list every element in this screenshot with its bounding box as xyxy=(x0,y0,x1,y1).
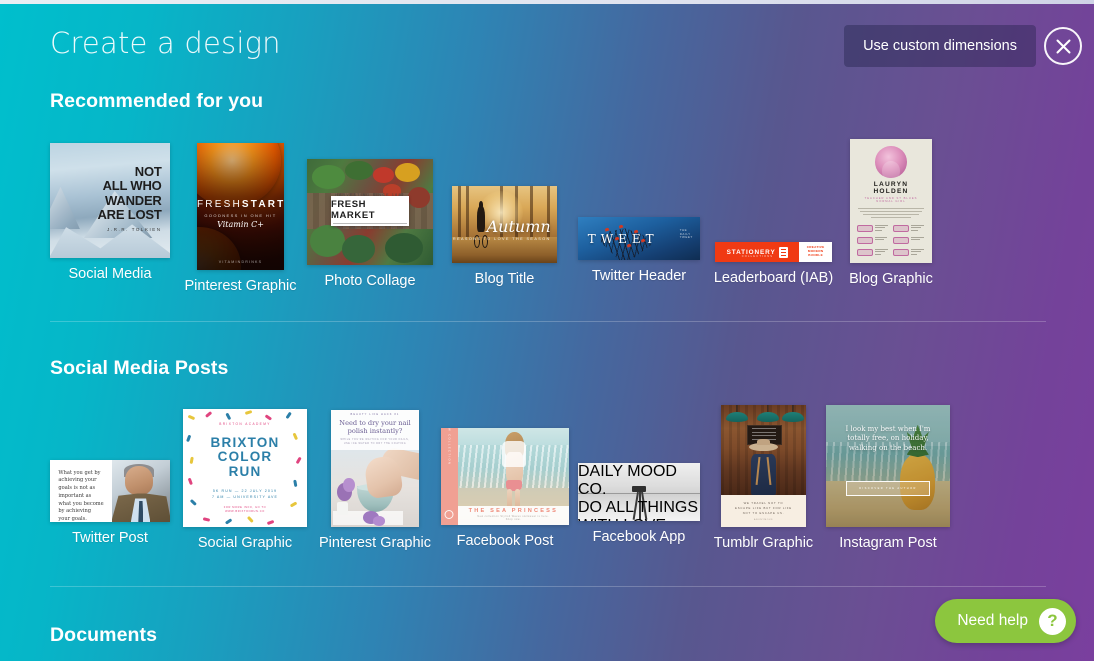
thumb-title: FRESHSTART xyxy=(197,198,284,210)
design-card-blog-title[interactable]: Autumn REASONS TO LOVE THE SEASON Blog T… xyxy=(452,186,557,287)
use-custom-dimensions-label: Use custom dimensions xyxy=(863,38,1017,54)
close-button[interactable] xyxy=(1044,27,1082,65)
card-label: Facebook Post xyxy=(456,533,554,549)
design-card-twitter-header[interactable]: TWEET THE DAILY TWEET Twitter Header xyxy=(578,217,700,284)
thumb-title: TWEET xyxy=(587,232,659,247)
thumbnail-tumblr-graphic: WE TRAVEL NOT TO ESCAPE LIFE BUT FOR LIF… xyxy=(721,405,806,527)
section-title-documents: Documents xyxy=(50,624,158,646)
thumb-subtext: COLLECTIONS xyxy=(741,255,774,258)
design-card-pinterest-graphic-2[interactable]: BEAUTY LIFE HACK #1 Need to dry your nai… xyxy=(319,410,431,551)
card-label: Leaderboard (IAB) xyxy=(713,270,834,286)
page-title: Create a design xyxy=(50,26,281,60)
thumbnail-social-graphic: BRIXTON ACADEMY BRIXTON COLOR RUN 5K RUN… xyxy=(183,409,307,527)
thumb-righttext: CREATIVE MODERN BUNDLE xyxy=(806,245,825,257)
design-card-tumblr-graphic[interactable]: WE TRAVEL NOT TO ESCAPE LIFE BUT FOR LIF… xyxy=(714,405,813,551)
card-label: Photo Collage xyxy=(324,273,416,289)
thumb-title: FRESH MARKET xyxy=(330,198,376,221)
thumbnail-social-media: NOT ALL WHO WANDER ARE LOST J.R.R. TOLKI… xyxy=(50,143,170,258)
thumb-quote: I look my best when I'm totally free, on… xyxy=(845,424,931,453)
card-label: Blog Title xyxy=(474,271,535,287)
thumb-script: Autumn xyxy=(486,216,551,236)
thumbnail-photo-collage: HARVESTING SINCE 1882 FRESH MARKET FROM … xyxy=(307,159,433,265)
create-a-design-dialog: Create a design Use custom dimensions Re… xyxy=(0,0,1094,661)
design-card-pinterest-graphic[interactable]: FRESHSTART GOODNESS IN ONE HIT Vitamin C… xyxy=(184,143,297,294)
thumb-toptext: BEAUTY LIFE HACK #1 xyxy=(350,412,400,416)
thumb-button: DISCOVER THE AUTHOR xyxy=(845,480,931,497)
card-label: Social Graphic xyxy=(197,535,293,551)
thumb-script: Vitamin C+ xyxy=(217,220,264,230)
design-card-social-graphic[interactable]: BRIXTON ACADEMY BRIXTON COLOR RUN 5K RUN… xyxy=(183,409,307,551)
thumbnail-twitter-post: What you get by achieving your goals is … xyxy=(50,460,170,522)
thumbnail-blog-title: Autumn REASONS TO LOVE THE SEASON xyxy=(452,186,557,263)
card-label: Facebook App xyxy=(592,529,686,545)
card-label: Tumblr Graphic xyxy=(713,535,814,551)
thumb-subtext: WHILE YOU'RE WAITING FOR YOUR NAILS, USE… xyxy=(340,439,410,446)
thumbnail-facebook-post: NEW COLLECTION THE SEA PRINCESS New coll… xyxy=(441,428,569,525)
close-icon xyxy=(1055,38,1072,55)
thumb-toptext: HARVESTING SINCE 1882 xyxy=(335,192,405,197)
thumbnail-pinterest-graphic-2: BEAUTY LIFE HACK #1 Need to dry your nai… xyxy=(331,410,419,527)
need-help-label: Need help xyxy=(957,612,1028,629)
thumb-toptext: BRIXTON ACADEMY xyxy=(219,421,271,426)
design-card-blog-graphic[interactable]: LAURYN HOLDEN TEACHER AND ST BLUES NORMA… xyxy=(849,139,933,287)
thumb-contact: FOR MORE INFO, GO TO WWW.BRIXTONRUN.CO xyxy=(223,505,267,513)
card-label: Twitter Post xyxy=(72,530,148,546)
thumbnail-instagram-post: I look my best when I'm totally free, on… xyxy=(826,405,950,527)
window-top-edge xyxy=(0,0,1094,4)
section-title-recommended: Recommended for you xyxy=(50,90,264,112)
logo-circle xyxy=(444,510,454,520)
thumb-text: NOT ALL WHO WANDER ARE LOST xyxy=(97,163,162,223)
thumb-quote: WE TRAVEL NOT TO ESCAPE LIFE BUT FOR LIF… xyxy=(735,501,792,516)
design-card-photo-collage[interactable]: HARVESTING SINCE 1882 FRESH MARKET FROM … xyxy=(307,159,433,289)
thumb-striptext: NEW COLLECTION xyxy=(447,428,451,465)
design-card-twitter-post[interactable]: What you get by achieving your goals is … xyxy=(50,460,170,546)
thumb-footer: VITAMINDRINKS xyxy=(218,259,263,264)
card-label: Instagram Post xyxy=(839,535,937,551)
thumb-subtext: REASONS TO LOVE THE SEASON xyxy=(452,236,551,241)
design-card-facebook-post[interactable]: NEW COLLECTION THE SEA PRINCESS New coll… xyxy=(441,428,569,549)
thumb-toptext: DAILY MOOD CO. xyxy=(578,463,677,498)
thumb-headline: DO ALL THINGS WITH LOVE xyxy=(578,499,699,521)
thumb-quote: What you get by achieving your goals is … xyxy=(58,469,104,522)
thumb-subtext: FROM THE FIELDS TO A PLATE xyxy=(333,222,407,230)
need-help-button[interactable]: Need help ? xyxy=(935,599,1076,643)
section-divider xyxy=(50,321,1046,322)
design-card-instagram-post[interactable]: I look my best when I'm totally free, on… xyxy=(826,405,950,551)
use-custom-dimensions-button[interactable]: Use custom dimensions xyxy=(844,25,1036,67)
section-divider-2 xyxy=(50,586,1046,587)
thumbnail-pinterest-graphic: FRESHSTART GOODNESS IN ONE HIT Vitamin C… xyxy=(197,143,284,270)
card-label: Blog Graphic xyxy=(849,271,933,287)
design-card-social-media[interactable]: NOT ALL WHO WANDER ARE LOST J.R.R. TOLKI… xyxy=(50,143,170,282)
thumb-subtext: New collection Stylish Waves swimwear is… xyxy=(477,515,550,522)
card-label: Twitter Header xyxy=(591,268,687,284)
thumbnail-blog-graphic: LAURYN HOLDEN TEACHER AND ST BLUES NORMA… xyxy=(850,139,932,263)
thumb-credit: ANONYMOUS xyxy=(753,519,774,522)
thumb-headline: Need to dry your nail polish instantly? xyxy=(339,418,411,435)
dialog-scroll-area[interactable]: Create a design Use custom dimensions Re… xyxy=(0,4,1094,661)
thumb-title: BRIXTON COLOR RUN xyxy=(210,434,280,480)
thumb-details: 5K RUN — 22 JULY 2019 7 AM — UNIVERSITY … xyxy=(211,488,279,499)
question-mark-icon: ? xyxy=(1039,607,1066,635)
thumbnail-leaderboard-iab: STATIONERY COLLECTIONS CREATIVE MODERN B… xyxy=(715,242,832,262)
design-card-facebook-app[interactable]: DAILY MOOD CO. DO ALL THINGS WITH LOVE F… xyxy=(578,463,700,545)
card-label: Social Media xyxy=(68,266,152,282)
thumb-subtext: TEACHER AND ST BLUES NORMAL GIRL xyxy=(864,196,918,203)
card-label: Pinterest Graphic xyxy=(184,278,297,294)
section-title-social-media-posts: Social Media Posts xyxy=(50,357,229,379)
thumb-subtext: J.R.R. TOLKIEN xyxy=(107,226,162,232)
thumb-subtitle: GOODNESS IN ONE HIT xyxy=(204,212,277,218)
thumb-title: THE SEA PRINCESS xyxy=(468,507,558,514)
thumb-button-label: DISCOVER THE AUTHOR xyxy=(859,487,917,491)
card-label: Pinterest Graphic xyxy=(318,535,432,551)
thumbnail-facebook-app: DAILY MOOD CO. DO ALL THINGS WITH LOVE xyxy=(578,463,700,521)
design-card-leaderboard-iab[interactable]: STATIONERY COLLECTIONS CREATIVE MODERN B… xyxy=(714,242,833,286)
thumbnail-twitter-header: TWEET THE DAILY TWEET xyxy=(578,217,700,260)
thumb-subtext: THE DAILY TWEET xyxy=(679,228,693,240)
avatar xyxy=(875,146,907,178)
thumb-title: LAURYN HOLDEN xyxy=(873,180,909,195)
